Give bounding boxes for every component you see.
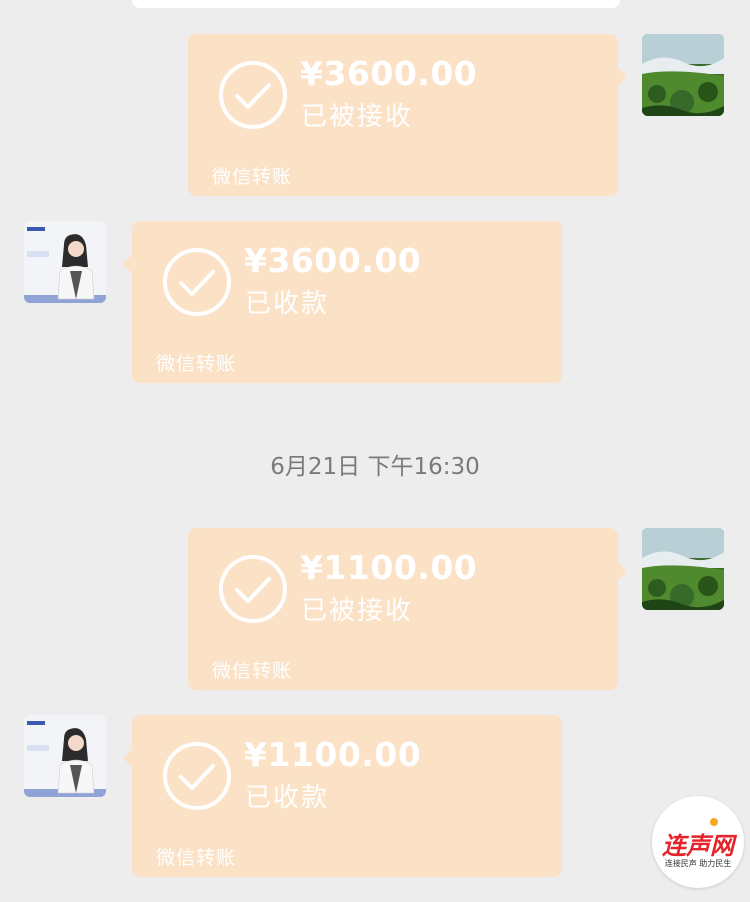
transfer-amount: ¥1100.00 — [300, 548, 478, 587]
signal-dot-icon — [710, 818, 718, 826]
bubble-tail — [618, 562, 627, 580]
bubble-tail — [123, 255, 132, 273]
transfer-bubble[interactable]: ¥3600.00 已被接收 微信转账 — [188, 34, 627, 196]
check-circle-icon — [163, 742, 231, 810]
woman-portrait-icon — [24, 715, 106, 797]
woman-portrait-icon — [24, 221, 106, 303]
forest-landscape-icon — [642, 528, 724, 610]
transfer-bubble[interactable]: ¥1100.00 已被接收 微信转账 — [188, 528, 627, 690]
transfer-amount: ¥3600.00 — [244, 241, 422, 280]
previous-message-bubble[interactable] — [132, 0, 620, 8]
transfer-label: 微信转账 — [212, 660, 293, 682]
transfer-label: 微信转账 — [156, 353, 237, 375]
watermark-name: 连声网 — [662, 832, 734, 860]
check-circle-icon — [163, 248, 231, 316]
check-circle-icon — [219, 61, 287, 129]
transfer-amount: ¥1100.00 — [244, 735, 422, 774]
forest-landscape-icon — [642, 34, 724, 116]
transfer-bubble[interactable]: ¥3600.00 已收款 微信转账 — [123, 221, 562, 383]
avatar-contact[interactable] — [24, 221, 106, 303]
avatar-self[interactable] — [642, 528, 724, 610]
bubble-tail — [618, 68, 627, 86]
avatar-self[interactable] — [642, 34, 724, 116]
watermark-slogan: 连接民声 助力民生 — [664, 859, 732, 868]
transfer-bubble[interactable]: ¥1100.00 已收款 微信转账 — [123, 715, 562, 877]
avatar-contact[interactable] — [24, 715, 106, 797]
bubble-tail — [123, 749, 132, 767]
check-circle-icon — [219, 555, 287, 623]
transfer-status: 已被接收 — [301, 102, 414, 132]
transfer-label: 微信转账 — [156, 847, 237, 869]
transfer-amount: ¥3600.00 — [300, 54, 478, 93]
transfer-status: 已收款 — [245, 289, 330, 319]
chat-timestamp: 6月21日 下午16:30 — [270, 454, 480, 480]
transfer-status: 已被接收 — [301, 596, 414, 626]
watermark-logo: 连声网 连接民声 助力民生 — [652, 796, 744, 888]
transfer-status: 已收款 — [245, 783, 330, 813]
transfer-label: 微信转账 — [212, 166, 293, 188]
